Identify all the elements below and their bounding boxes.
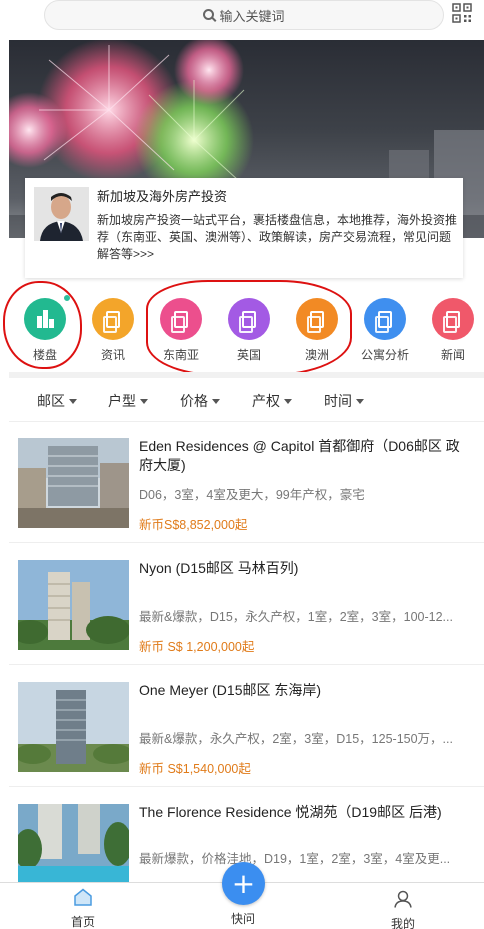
property-tags: 最新&爆款，永久产权，2室，3室，D15，125-150万，...: [139, 732, 453, 746]
intro-card[interactable]: 新加坡及海外房产投资 新加坡房产投资一站式平台，裹括楼盘信息，本地推荐，海外投资…: [25, 178, 463, 278]
property-title: The Florence Residence 悦湖苑（D19邮区 后港): [139, 804, 442, 820]
filter-label: 时间: [324, 393, 352, 409]
category-news-info[interactable]: 资讯: [83, 298, 143, 363]
filter-label: 户型: [108, 393, 136, 409]
list-item[interactable]: Eden Residences @ Capitol 首都御府（D06邮区 政府大…: [9, 423, 484, 543]
document-icon: [432, 298, 474, 340]
caret-down-icon: [284, 398, 292, 404]
nav-profile[interactable]: 我的: [373, 890, 433, 929]
caret-down-icon: [69, 398, 77, 404]
filter-price[interactable]: 价格: [180, 391, 220, 411]
property-tags: 最新爆款，价格洼地，D19，1室，2室，3室，4室及更...: [139, 852, 451, 866]
property-tags: D06，3室，4室及更大，99年产权，豪宅: [139, 488, 365, 502]
category-news[interactable]: 新闻: [423, 298, 483, 363]
filter-label: 邮区: [37, 393, 65, 409]
property-title: Eden Residences @ Capitol 首都御府（D06邮区 政府大…: [139, 438, 460, 473]
caret-down-icon: [212, 398, 220, 404]
property-image: [18, 438, 129, 528]
property-price: 新币 S$1,540,000起: [139, 762, 251, 776]
avatar: [34, 187, 89, 241]
property-title: One Meyer (D15邮区 东海岸): [139, 682, 322, 698]
document-icon: [364, 298, 406, 340]
list-item[interactable]: Nyon (D15邮区 马林百列) 最新&爆款，D15，永久产权，1室，2室，3…: [9, 545, 484, 665]
property-image: [18, 560, 129, 650]
category-label: 公寓分析: [360, 348, 409, 362]
caret-down-icon: [140, 398, 148, 404]
list-item[interactable]: One Meyer (D15邮区 东海岸) 最新&爆款，永久产权，2室，3室，D…: [9, 667, 484, 787]
card-title: 新加坡及海外房产投资: [97, 189, 228, 204]
plus-icon: +: [231, 866, 256, 900]
quick-ask-button[interactable]: +: [222, 862, 265, 905]
quick-ask-label: 快问: [230, 912, 255, 926]
category-label: 新闻: [440, 348, 465, 362]
property-title: Nyon (D15邮区 马林百列): [139, 560, 299, 576]
property-price: 新币 S$ 1,200,000起: [139, 640, 255, 654]
search-icon: [203, 8, 215, 20]
filter-tenure[interactable]: 产权: [252, 391, 292, 411]
filter-time[interactable]: 时间: [324, 391, 364, 411]
home-icon: [74, 888, 92, 906]
property-image: [18, 682, 129, 772]
filter-district[interactable]: 邮区: [37, 391, 77, 411]
filter-bar: 邮区 户型 价格 产权 时间: [9, 378, 484, 422]
search-placeholder: 输入关键词: [219, 8, 285, 24]
category-condo-analysis[interactable]: 公寓分析: [355, 298, 415, 363]
property-price: 新币S$8,852,000起: [139, 518, 248, 532]
caret-down-icon: [356, 398, 364, 404]
filter-label: 产权: [252, 393, 280, 409]
property-image: [18, 804, 129, 894]
category-label: 资讯: [100, 348, 125, 362]
filter-label: 价格: [180, 393, 208, 409]
annotation-circle: [146, 280, 352, 376]
nav-home[interactable]: 首页: [53, 888, 113, 929]
search-input[interactable]: 输入关键词: [44, 0, 444, 30]
top-bar: 输入关键词: [0, 0, 484, 38]
qr-code-icon[interactable]: [452, 3, 472, 23]
nav-label: 首页: [70, 915, 95, 929]
user-icon: [394, 890, 412, 908]
annotation-circle: [3, 281, 82, 369]
card-description: 新加坡房产投资一站式平台，裹括楼盘信息，本地推荐，海外投资推荐（东南亚、英国、澳…: [97, 213, 458, 261]
filter-layout[interactable]: 户型: [108, 391, 148, 411]
document-icon: [92, 298, 134, 340]
nav-label: 我的: [390, 917, 415, 929]
property-tags: 最新&爆款，D15，永久产权，1室，2室，3室，100-12...: [139, 610, 453, 624]
